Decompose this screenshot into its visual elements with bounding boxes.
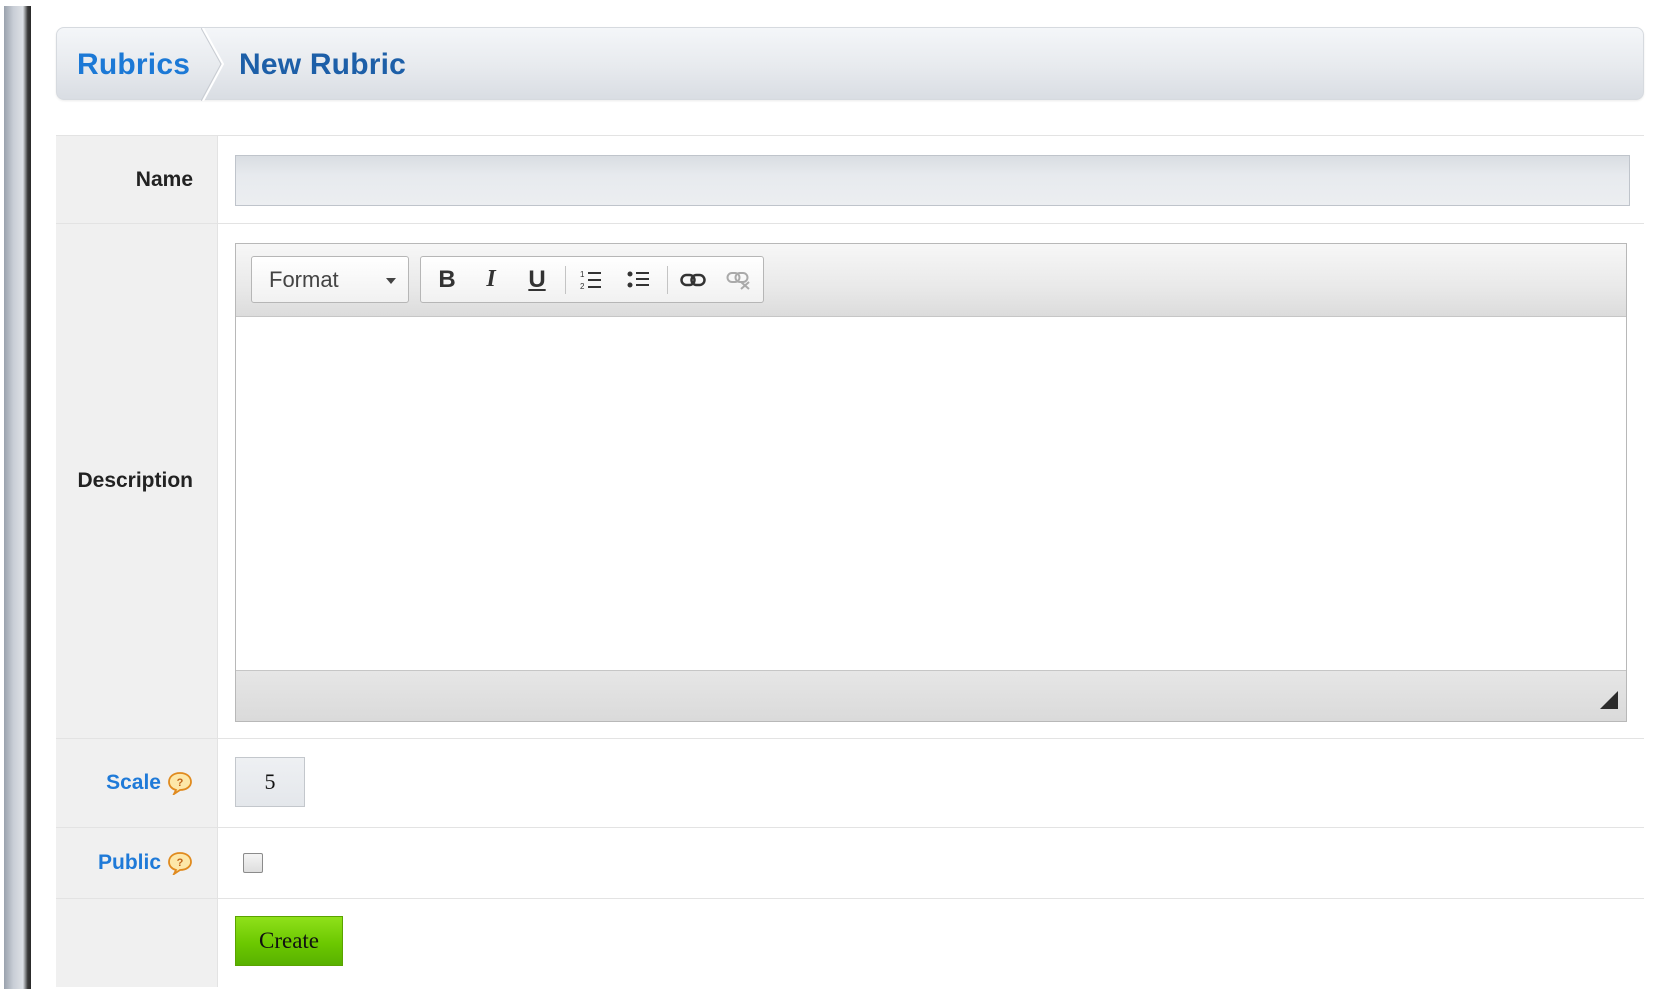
unordered-list-button[interactable] bbox=[617, 257, 661, 302]
create-button[interactable]: Create bbox=[235, 916, 343, 966]
breadcrumb: Rubrics New Rubric bbox=[56, 27, 1644, 101]
name-field-cell bbox=[218, 136, 1644, 223]
page: Rubrics New Rubric Name Description Form… bbox=[56, 0, 1646, 989]
breadcrumb-separator-icon bbox=[201, 28, 225, 101]
underline-button[interactable]: U bbox=[515, 257, 559, 302]
svg-text:?: ? bbox=[177, 857, 184, 869]
editor-content-area[interactable] bbox=[236, 317, 1626, 651]
editor-toolbar: Format B I U 1 2 bbox=[236, 244, 1626, 317]
ordered-list-icon: 1 2 bbox=[580, 270, 601, 291]
unlink-icon bbox=[726, 271, 750, 290]
toolbar-separator bbox=[565, 266, 566, 294]
link-icon bbox=[680, 273, 706, 286]
link-button[interactable] bbox=[671, 257, 715, 302]
scale-label: Scale bbox=[106, 771, 161, 794]
unordered-list-icon bbox=[627, 271, 649, 287]
ordered-list-button[interactable]: 1 2 bbox=[569, 257, 613, 302]
left-rail-bar bbox=[4, 6, 31, 989]
scale-input[interactable]: 5 bbox=[235, 757, 305, 807]
public-checkbox[interactable] bbox=[243, 853, 263, 873]
submit-field-cell: Create bbox=[218, 899, 1644, 987]
public-field-cell bbox=[218, 828, 1644, 898]
public-row: Public ? bbox=[56, 828, 1644, 899]
breadcrumb-rubrics-link[interactable]: Rubrics bbox=[77, 28, 190, 101]
name-row: Name bbox=[56, 136, 1644, 224]
svg-text:1: 1 bbox=[580, 270, 585, 279]
public-label-cell: Public ? bbox=[56, 828, 218, 898]
breadcrumb-current: New Rubric bbox=[239, 48, 407, 81]
svg-text:?: ? bbox=[177, 777, 184, 789]
rich-text-editor: Format B I U 1 2 bbox=[235, 243, 1627, 722]
name-label: Name bbox=[56, 136, 218, 223]
help-bubble-icon[interactable]: ? bbox=[167, 851, 193, 875]
underline-icon: U bbox=[528, 265, 546, 293]
submit-label-cell bbox=[56, 899, 218, 987]
format-dropdown[interactable]: Format bbox=[251, 256, 409, 303]
rubric-form: Name Description Format B I U 1 2 Scale … bbox=[56, 135, 1644, 987]
description-field-cell: Format B I U 1 2 bbox=[218, 224, 1644, 738]
unlink-button[interactable] bbox=[717, 257, 761, 302]
scale-row: Scale ? 5 bbox=[56, 739, 1644, 828]
bold-button[interactable]: B bbox=[425, 257, 469, 302]
svg-text:2: 2 bbox=[580, 282, 585, 291]
scale-field-cell: 5 bbox=[218, 739, 1644, 827]
toolbar-separator bbox=[667, 266, 668, 294]
bold-icon: B bbox=[438, 265, 456, 293]
public-label: Public bbox=[97, 851, 161, 874]
help-bubble-icon[interactable]: ? bbox=[167, 771, 193, 795]
format-dropdown-label: Format bbox=[269, 267, 339, 292]
submit-row: Create bbox=[56, 899, 1644, 987]
italic-icon: I bbox=[486, 266, 496, 292]
description-label: Description bbox=[56, 224, 218, 738]
italic-button[interactable]: I bbox=[469, 257, 513, 302]
name-input[interactable] bbox=[235, 155, 1630, 206]
formatting-button-group: B I U 1 2 bbox=[420, 256, 764, 303]
left-rail bbox=[0, 0, 32, 989]
description-row: Description Format B I U 1 2 bbox=[56, 224, 1644, 739]
editor-status-bar bbox=[236, 670, 1626, 721]
resize-handle-icon[interactable] bbox=[1600, 691, 1618, 709]
scale-label-cell: Scale ? bbox=[56, 739, 218, 827]
chevron-down-icon bbox=[386, 278, 396, 284]
